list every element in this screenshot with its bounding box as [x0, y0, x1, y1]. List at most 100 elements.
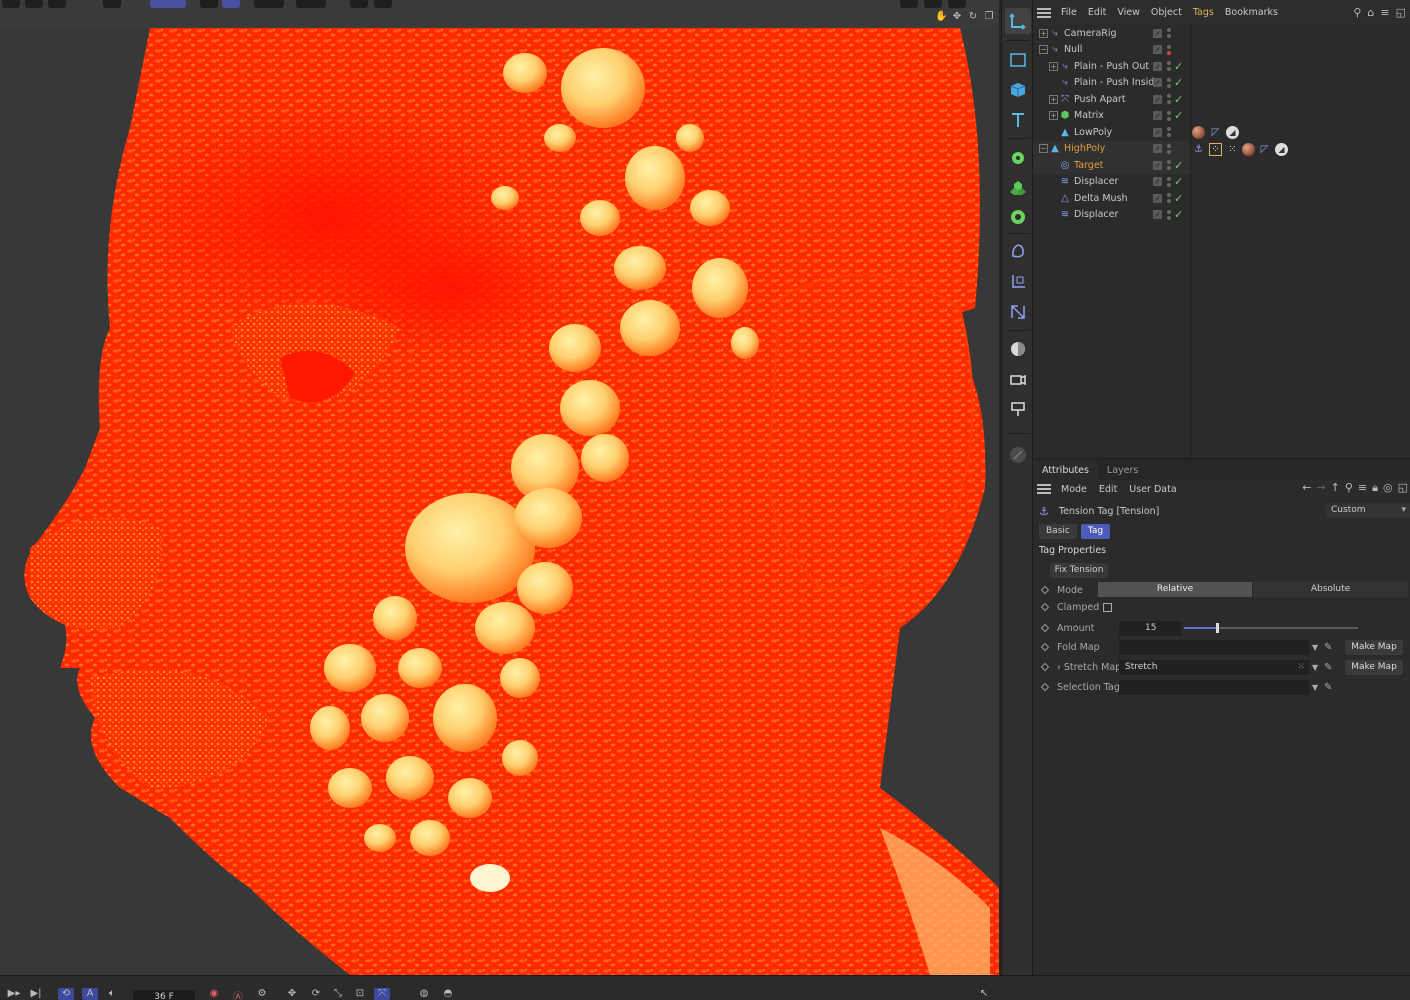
lock-icon[interactable]: 🔒︎: [1372, 482, 1378, 494]
shading-icon[interactable]: [350, 0, 368, 8]
layer-icon[interactable]: [1153, 210, 1162, 220]
object-name[interactable]: Push Apart: [1074, 94, 1126, 105]
editor-visibility-dot[interactable]: [1167, 77, 1171, 82]
cube-primitive-icon[interactable]: [1005, 77, 1031, 103]
cloner-icon[interactable]: [1005, 175, 1031, 201]
panel-layout-icon[interactable]: [924, 0, 942, 8]
object-name[interactable]: Plain - Push Inside: [1074, 77, 1160, 88]
fix-tension-button[interactable]: Fix Tension: [1050, 563, 1108, 578]
object-row[interactable]: − ▲ HighPoly: [1033, 140, 1191, 157]
rotate-view-icon[interactable]: ↻: [967, 11, 979, 23]
record-icon[interactable]: ◉: [206, 988, 222, 1000]
auto-key-icon[interactable]: A: [82, 988, 98, 1000]
amount-slider-knob[interactable]: [1216, 623, 1220, 633]
play-icon[interactable]: [25, 0, 43, 8]
stretch-map-field[interactable]: Stretch ⁙: [1119, 659, 1309, 675]
keyframe-diamond-icon[interactable]: [1040, 642, 1050, 652]
enabled-check-icon[interactable]: ✓: [1174, 109, 1183, 122]
clamped-checkbox[interactable]: [1103, 602, 1112, 612]
editor-visibility-dot[interactable]: [1167, 44, 1171, 49]
render-visibility-dot[interactable]: [1167, 215, 1171, 220]
layer-icon[interactable]: [1153, 127, 1162, 137]
chevron-down-icon[interactable]: ▼: [1312, 683, 1322, 692]
menu-edit[interactable]: Edit: [1088, 7, 1106, 18]
loop-icon[interactable]: ⟲: [58, 988, 74, 1000]
stretch-map-make-map-button[interactable]: Make Map: [1345, 659, 1403, 675]
timeline-expand-icon[interactable]: ↖: [976, 988, 992, 1000]
move-view-icon[interactable]: ✥: [951, 11, 963, 23]
text-tool-icon[interactable]: [1005, 107, 1031, 133]
object-name[interactable]: HighPoly: [1064, 143, 1105, 154]
layer-icon[interactable]: [1153, 111, 1162, 121]
editor-visibility-dot[interactable]: [1167, 28, 1171, 32]
sound-icon[interactable]: 🔈︎: [104, 988, 120, 1000]
grid-icon[interactable]: [103, 0, 121, 8]
keyframe-diamond-icon[interactable]: [1040, 623, 1050, 633]
hand-pan-icon[interactable]: ✋: [935, 11, 947, 23]
editor-visibility-dot[interactable]: [1167, 110, 1171, 115]
deformer-icon[interactable]: [1005, 238, 1031, 264]
menu-view[interactable]: View: [1117, 7, 1140, 18]
camera-icon[interactable]: [1005, 366, 1031, 392]
render-visibility-dot[interactable]: [1167, 149, 1171, 154]
back-arrow-icon[interactable]: ←: [1302, 482, 1311, 494]
tension-tag-icon[interactable]: ⚓: [1192, 143, 1205, 156]
object-row[interactable]: + ⤷ Plain - Push Out ✓: [1033, 58, 1191, 75]
filter-icon[interactable]: ≡: [1380, 7, 1389, 18]
tab-tag[interactable]: Tag: [1080, 524, 1111, 539]
chevron-down-icon[interactable]: ▼: [1312, 643, 1322, 652]
chevron-down-icon[interactable]: ▼: [1312, 663, 1322, 672]
object-row[interactable]: ▲ LowPoly: [1033, 124, 1191, 141]
layer-icon[interactable]: [1153, 160, 1162, 170]
enabled-check-icon[interactable]: ✓: [1174, 159, 1183, 172]
enabled-check-icon[interactable]: ✓: [1174, 192, 1183, 205]
object-row[interactable]: + ⬢ Matrix ✓: [1033, 108, 1191, 125]
render-visibility-dot[interactable]: [1167, 116, 1171, 121]
tab-attributes[interactable]: Attributes: [1033, 461, 1098, 480]
rectangle-select-icon[interactable]: [1005, 47, 1031, 73]
selection-tag-field[interactable]: [1119, 679, 1309, 695]
object-name[interactable]: LowPoly: [1074, 127, 1112, 138]
enabled-check-icon[interactable]: ✓: [1174, 208, 1183, 221]
param-key-icon[interactable]: ⊡: [352, 988, 368, 1000]
mode-relative-button[interactable]: Relative: [1098, 582, 1252, 597]
panel-layout-icon[interactable]: [900, 0, 918, 8]
collapse-icon[interactable]: −: [1039, 45, 1048, 55]
object-name[interactable]: Null: [1064, 44, 1082, 55]
object-row[interactable]: ≋ Displacer ✓: [1033, 207, 1191, 224]
preset-dropdown[interactable]: Custom: [1326, 503, 1410, 518]
render-visibility-dot[interactable]: [1167, 67, 1171, 71]
fold-map-field[interactable]: [1119, 639, 1309, 655]
panel-layout-icon[interactable]: [948, 0, 966, 8]
expand-icon[interactable]: +: [1039, 28, 1048, 38]
editor-visibility-dot[interactable]: [1167, 209, 1171, 214]
render-icon[interactable]: ◓: [440, 988, 456, 1000]
vertex-map-tag-icon[interactable]: ⁙: [1226, 143, 1239, 156]
snap-icon[interactable]: [222, 0, 240, 8]
enabled-check-icon[interactable]: ✓: [1174, 93, 1183, 106]
vertex-map-tag-icon[interactable]: ⁘: [1209, 142, 1222, 156]
expand-icon[interactable]: +: [1049, 61, 1058, 71]
object-row[interactable]: ⤷ Plain - Push Inside ✓: [1033, 75, 1191, 92]
rotate-key-icon[interactable]: ⟳: [308, 988, 324, 1000]
menu-tags[interactable]: Tags: [1193, 7, 1214, 18]
material-tag-icon[interactable]: [1192, 126, 1205, 139]
search-icon[interactable]: ⚲: [1345, 482, 1353, 494]
layer-icon[interactable]: [1153, 78, 1162, 88]
render-visibility-dot[interactable]: [1167, 166, 1171, 170]
phong-tag-icon[interactable]: ◢: [1275, 142, 1288, 156]
spline-generator-icon[interactable]: [1005, 145, 1031, 171]
frame-icon[interactable]: [200, 0, 218, 8]
collapse-icon[interactable]: −: [1039, 144, 1048, 154]
editor-visibility-dot[interactable]: [1167, 176, 1171, 181]
menu-file[interactable]: File: [1061, 7, 1077, 18]
menu-bookmarks[interactable]: Bookmarks: [1225, 7, 1278, 18]
layer-icon[interactable]: [1153, 144, 1162, 154]
enabled-check-icon[interactable]: ✓: [1174, 175, 1183, 188]
object-row[interactable]: + ⤧ Push Apart ✓: [1033, 91, 1191, 108]
object-name[interactable]: Matrix: [1074, 110, 1104, 121]
tab-basic[interactable]: Basic: [1039, 524, 1077, 539]
editor-visibility-dot[interactable]: [1167, 160, 1171, 164]
object-name[interactable]: Plain - Push Out: [1074, 61, 1149, 72]
menu-object[interactable]: Object: [1151, 7, 1182, 18]
